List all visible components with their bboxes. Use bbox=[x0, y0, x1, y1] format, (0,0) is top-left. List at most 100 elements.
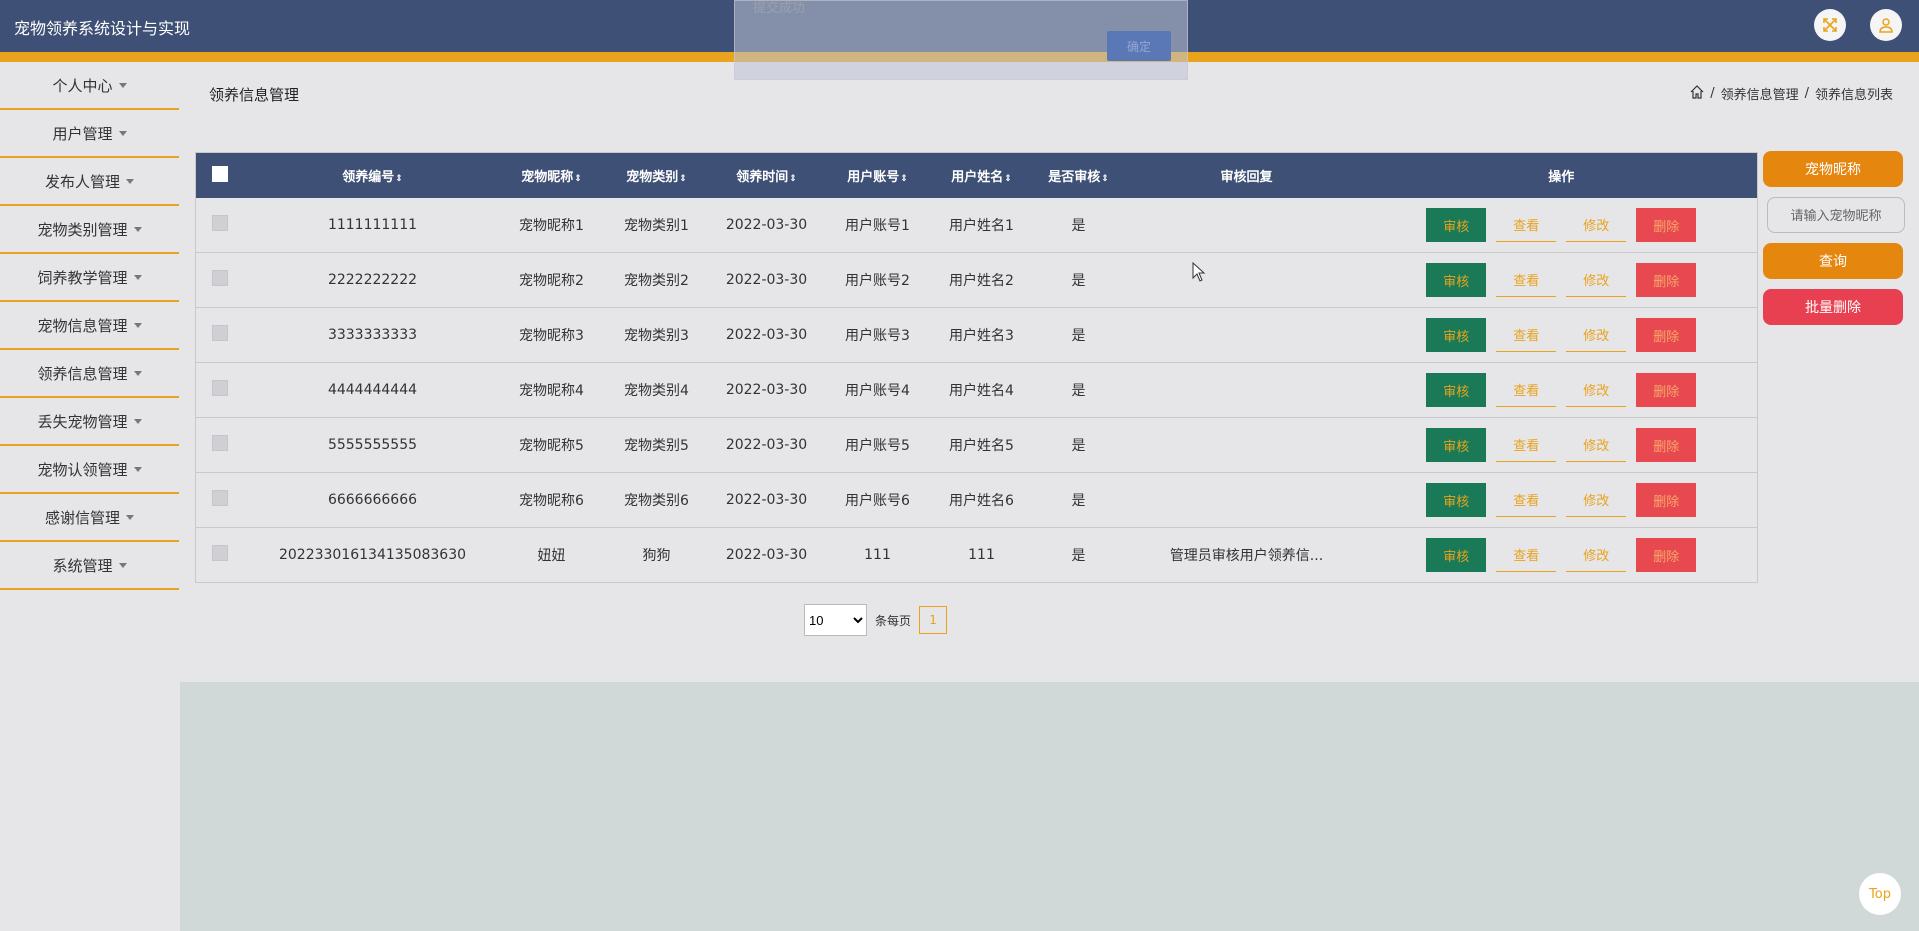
sidebar-item-publishers[interactable]: 发布人管理 bbox=[0, 158, 179, 206]
cell-audited: 是 bbox=[1029, 362, 1128, 418]
home-icon[interactable] bbox=[1690, 84, 1704, 103]
breadcrumb-separator: / bbox=[1804, 86, 1809, 101]
sidebar-item-lost-pets[interactable]: 丢失宠物管理 bbox=[0, 398, 179, 446]
chevron-down-icon bbox=[133, 370, 142, 376]
sidebar-item-thank-you-letters[interactable]: 感谢信管理 bbox=[0, 494, 179, 542]
cell-audited: 是 bbox=[1029, 252, 1128, 308]
row-checkbox[interactable] bbox=[211, 215, 228, 231]
row-checkbox[interactable] bbox=[211, 380, 228, 396]
edit-button[interactable]: 修改 bbox=[1566, 538, 1627, 572]
fullscreen-icon[interactable] bbox=[1814, 9, 1846, 41]
row-checkbox[interactable] bbox=[211, 545, 228, 561]
search-field-label: 宠物昵称 bbox=[1763, 151, 1903, 187]
select-all-checkbox[interactable] bbox=[211, 165, 228, 182]
sidebar-item-adoption-info[interactable]: 领养信息管理 bbox=[0, 350, 179, 398]
cell-id: 2222222222 bbox=[243, 252, 502, 308]
view-button[interactable]: 查看 bbox=[1496, 208, 1557, 242]
edit-button[interactable]: 修改 bbox=[1566, 263, 1627, 297]
sidebar-item-pet-categories[interactable]: 宠物类别管理 bbox=[0, 206, 179, 254]
cell-reply bbox=[1127, 472, 1366, 528]
batch-delete-button[interactable]: 批量删除 bbox=[1763, 289, 1903, 325]
audit-button[interactable]: 审核 bbox=[1426, 538, 1487, 572]
row-checkbox[interactable] bbox=[211, 325, 228, 341]
cell-nickname: 宠物昵称4 bbox=[501, 362, 602, 418]
audit-button[interactable]: 审核 bbox=[1426, 263, 1487, 297]
sort-icon: ⇕ bbox=[679, 174, 687, 184]
header-label: 用户姓名 bbox=[951, 170, 1004, 185]
header-time[interactable]: 领养时间⇕ bbox=[711, 152, 822, 198]
select-all-cell bbox=[195, 152, 244, 198]
view-button[interactable]: 查看 bbox=[1496, 318, 1557, 352]
edit-button[interactable]: 修改 bbox=[1566, 373, 1627, 407]
edit-button[interactable]: 修改 bbox=[1566, 428, 1627, 462]
sidebar-item-label: 丢失宠物管理 bbox=[37, 412, 128, 431]
edit-button[interactable]: 修改 bbox=[1566, 318, 1627, 352]
header-account[interactable]: 用户账号⇕ bbox=[821, 152, 934, 198]
cell-nickname: 妞妞 bbox=[501, 527, 602, 583]
user-avatar-icon[interactable] bbox=[1870, 9, 1902, 41]
cell-audited: 是 bbox=[1029, 527, 1128, 583]
edit-button[interactable]: 修改 bbox=[1566, 208, 1627, 242]
view-button[interactable]: 查看 bbox=[1496, 373, 1557, 407]
header-category[interactable]: 宠物类别⇕ bbox=[601, 152, 712, 198]
cell-id: 3333333333 bbox=[243, 307, 502, 363]
delete-button[interactable]: 删除 bbox=[1636, 263, 1697, 297]
audit-button[interactable]: 审核 bbox=[1426, 318, 1487, 352]
success-toast: 提交成功 确定 bbox=[734, 0, 1188, 80]
chevron-down-icon bbox=[118, 130, 127, 136]
query-button[interactable]: 查询 bbox=[1763, 243, 1903, 279]
pet-nickname-search-input[interactable] bbox=[1767, 197, 1905, 233]
breadcrumb-separator: / bbox=[1710, 86, 1715, 101]
audit-button[interactable]: 审核 bbox=[1426, 373, 1487, 407]
audit-button[interactable]: 审核 bbox=[1426, 483, 1487, 517]
page-size-select[interactable]: 10 bbox=[804, 604, 867, 636]
cell-name: 用户姓名1 bbox=[933, 198, 1030, 253]
cell-id: 1111111111 bbox=[243, 198, 502, 253]
sidebar-item-pet-info[interactable]: 宠物信息管理 bbox=[0, 302, 179, 350]
row-checkbox[interactable] bbox=[211, 490, 228, 506]
cell-category: 狗狗 bbox=[601, 527, 712, 583]
cell-name: 111 bbox=[933, 527, 1030, 583]
cell-audited: 是 bbox=[1029, 417, 1128, 473]
chevron-down-icon bbox=[126, 178, 134, 184]
cell-reply: 管理员审核用户领养信... bbox=[1127, 527, 1366, 583]
sidebar-item-system[interactable]: 系统管理 bbox=[0, 542, 179, 590]
header-label: 宠物类别 bbox=[626, 170, 679, 185]
sidebar-item-personal-center[interactable]: 个人中心 bbox=[0, 62, 179, 110]
table-header-row: 领养编号⇕ 宠物昵称⇕ 宠物类别⇕ 领养时间⇕ 用户账号⇕ 用户姓名⇕ 是否审核… bbox=[195, 152, 1758, 198]
view-button[interactable]: 查看 bbox=[1496, 483, 1557, 517]
back-to-top-button[interactable]: Top bbox=[1859, 873, 1901, 915]
header-name[interactable]: 用户姓名⇕ bbox=[933, 152, 1030, 198]
sidebar-item-pet-claims[interactable]: 宠物认领管理 bbox=[0, 446, 179, 494]
cell-category: 宠物类别1 bbox=[601, 198, 712, 253]
edit-button[interactable]: 修改 bbox=[1566, 483, 1627, 517]
cell-nickname: 宠物昵称3 bbox=[501, 307, 602, 363]
header-label: 用户账号 bbox=[847, 170, 900, 185]
delete-button[interactable]: 删除 bbox=[1636, 483, 1697, 517]
sidebar-item-feeding-teaching[interactable]: 饲养教学管理 bbox=[0, 254, 179, 302]
row-checkbox[interactable] bbox=[211, 270, 228, 286]
delete-button[interactable]: 删除 bbox=[1636, 538, 1697, 572]
breadcrumb-level1[interactable]: 领养信息管理 bbox=[1721, 84, 1799, 103]
mouse-cursor-icon bbox=[1192, 261, 1206, 286]
audit-button[interactable]: 审核 bbox=[1426, 428, 1487, 462]
row-checkbox[interactable] bbox=[211, 435, 228, 451]
table-row: 4444444444 宠物昵称4 宠物类别4 2022-03-30 用户账号4 … bbox=[195, 362, 1758, 418]
toast-confirm-button[interactable]: 确定 bbox=[1107, 31, 1171, 61]
delete-button[interactable]: 删除 bbox=[1636, 373, 1697, 407]
sidebar-item-users[interactable]: 用户管理 bbox=[0, 110, 179, 158]
view-button[interactable]: 查看 bbox=[1496, 263, 1557, 297]
delete-button[interactable]: 删除 bbox=[1636, 428, 1697, 462]
page-number-1[interactable]: 1 bbox=[919, 606, 948, 634]
chevron-down-icon bbox=[133, 226, 142, 232]
delete-button[interactable]: 删除 bbox=[1636, 208, 1697, 242]
cell-audited: 是 bbox=[1029, 198, 1128, 253]
header-nickname[interactable]: 宠物昵称⇕ bbox=[501, 152, 602, 198]
header-id[interactable]: 领养编号⇕ bbox=[243, 152, 502, 198]
audit-button[interactable]: 审核 bbox=[1426, 208, 1487, 242]
view-button[interactable]: 查看 bbox=[1496, 428, 1557, 462]
view-button[interactable]: 查看 bbox=[1496, 538, 1557, 572]
sidebar-item-label: 宠物信息管理 bbox=[37, 316, 128, 335]
delete-button[interactable]: 删除 bbox=[1636, 318, 1697, 352]
header-audited[interactable]: 是否审核⇕ bbox=[1029, 152, 1128, 198]
